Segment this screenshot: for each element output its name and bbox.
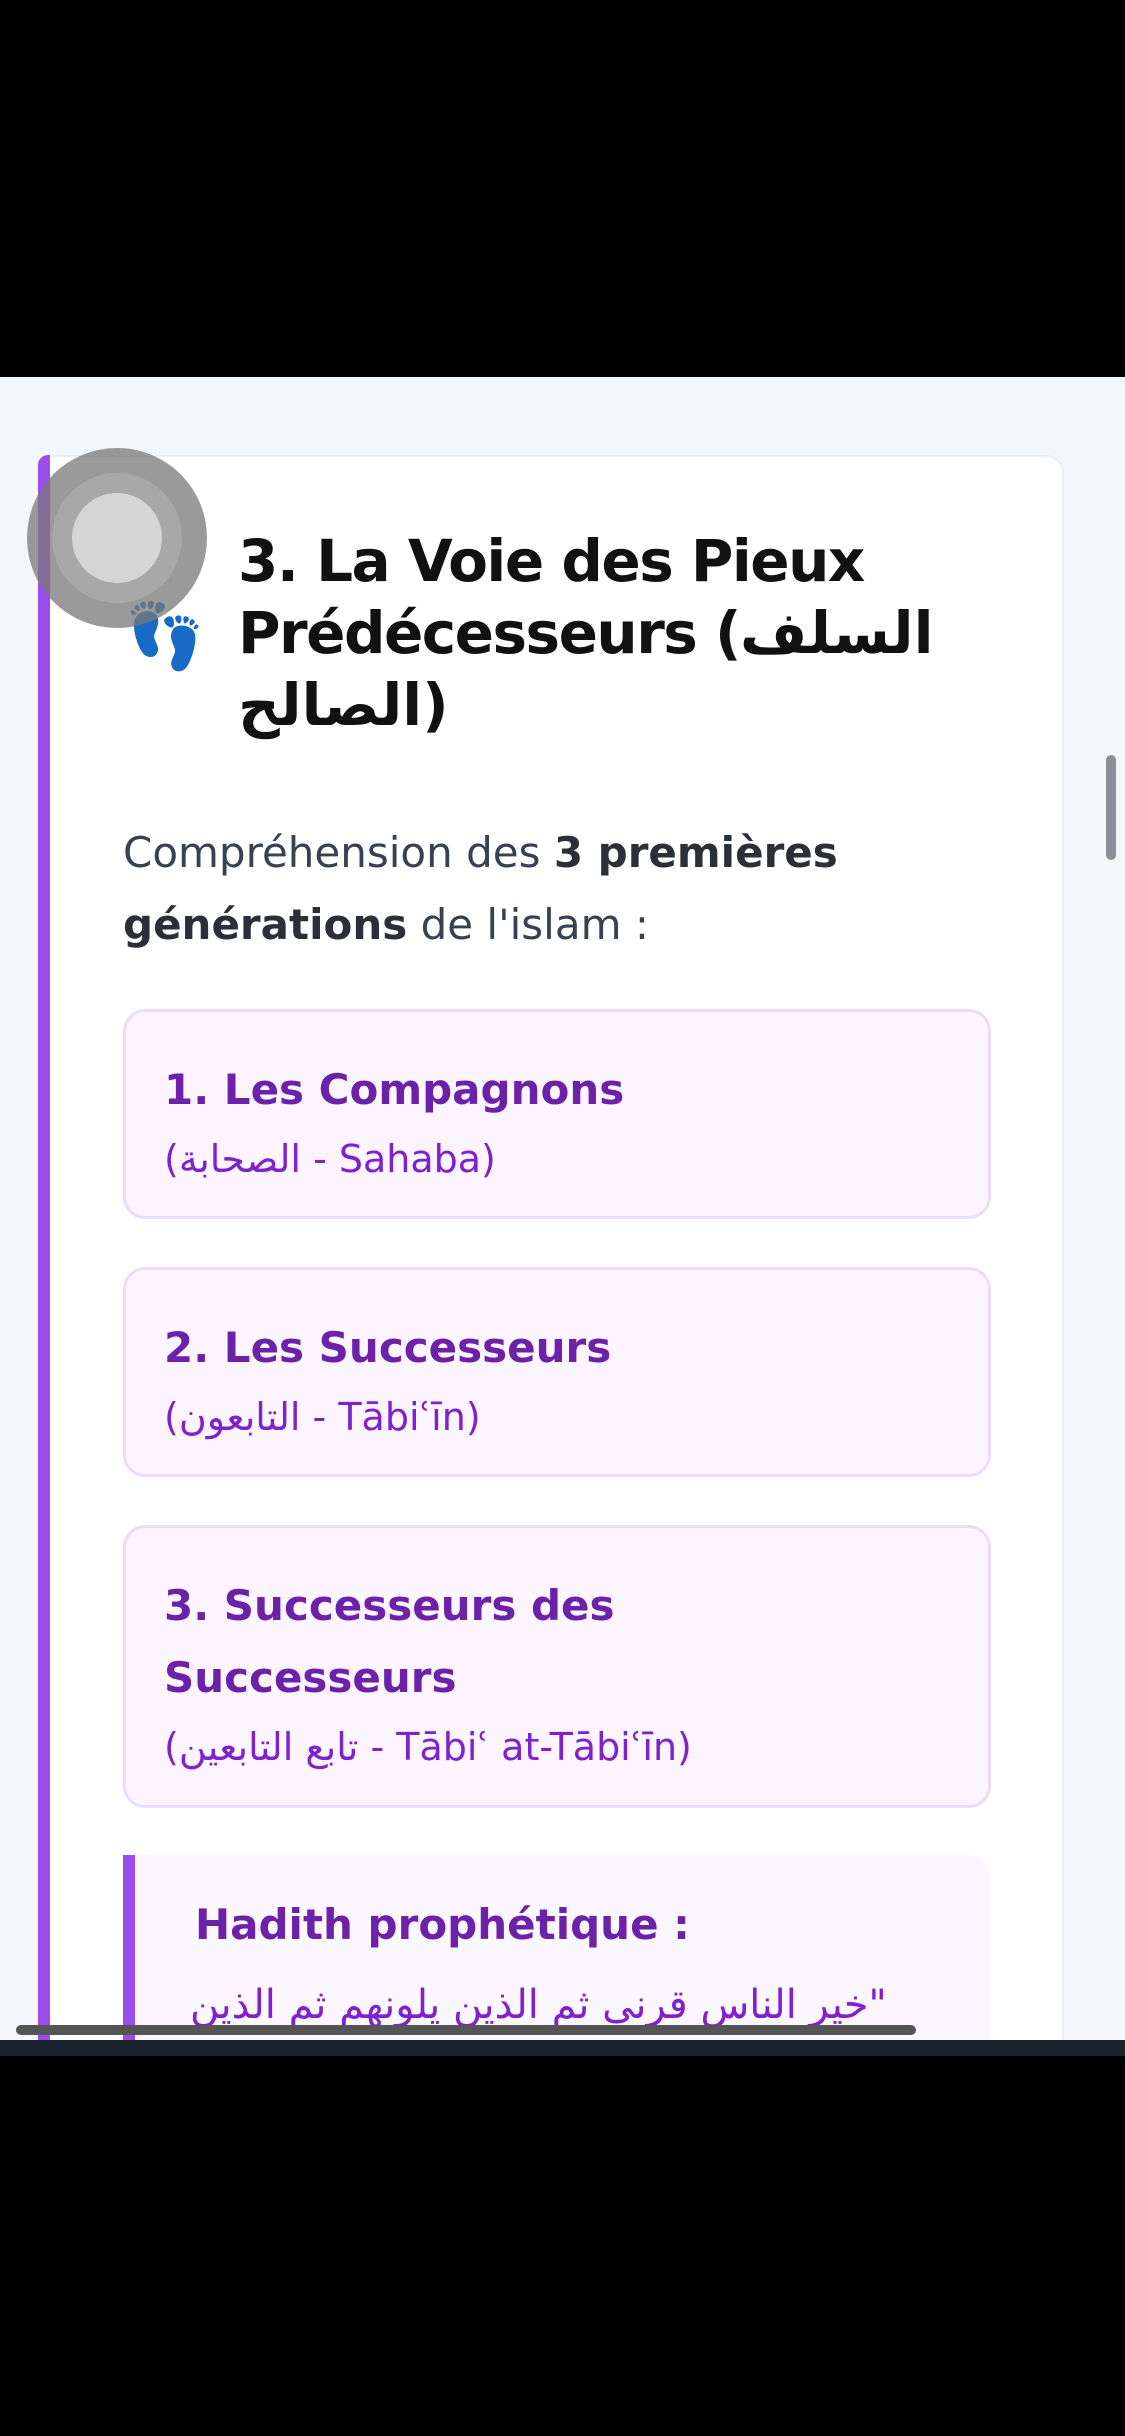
generation-subtitle: (الصحابة - Sahaba) [164,1137,496,1181]
hadith-box: Hadith prophétique : "خير الناس قرني ثم … [123,1855,991,2040]
section-title: 3. La Voie des Pieux Prédécesseurs (السل… [238,527,935,739]
assistive-touch-center [72,493,162,583]
section-intro: Compréhension des 3 premières génération… [123,817,1003,961]
page-viewport[interactable]: 👣 3. La Voie des Pieux Prédécesseurs (ال… [0,377,1125,2040]
bottom-black-area [0,2056,1125,2436]
intro-prefix: Compréhension des [123,828,554,877]
generation-card-companions: 1. Les Compagnons (الصحابة - Sahaba) [123,1009,991,1219]
generation-title: 3. Successeurs des Successeurs [164,1581,615,1702]
home-indicator[interactable] [16,2025,916,2035]
hadith-title: Hadith prophétique : [195,1900,690,1949]
generation-subtitle: (التابعون - Tābiʿīn) [164,1395,481,1439]
generation-title: 2. Les Successeurs [164,1323,612,1372]
vertical-scrollbar[interactable] [1106,755,1116,860]
generation-title: 1. Les Compagnons [164,1065,625,1114]
status-bar-area [0,0,1125,377]
generation-card-successors-of-successors: 3. Successeurs des Successeurs (تابع الت… [123,1525,991,1808]
intro-suffix: de l'islam : [407,900,650,949]
card-accent-bar [38,455,50,2040]
generation-subtitle: (تابع التابعين - Tābiʿ at-Tābiʿīn) [164,1725,692,1769]
assistive-touch-button[interactable] [27,448,207,628]
generation-card-successors: 2. Les Successeurs (التابعون - Tābiʿīn) [123,1267,991,1477]
